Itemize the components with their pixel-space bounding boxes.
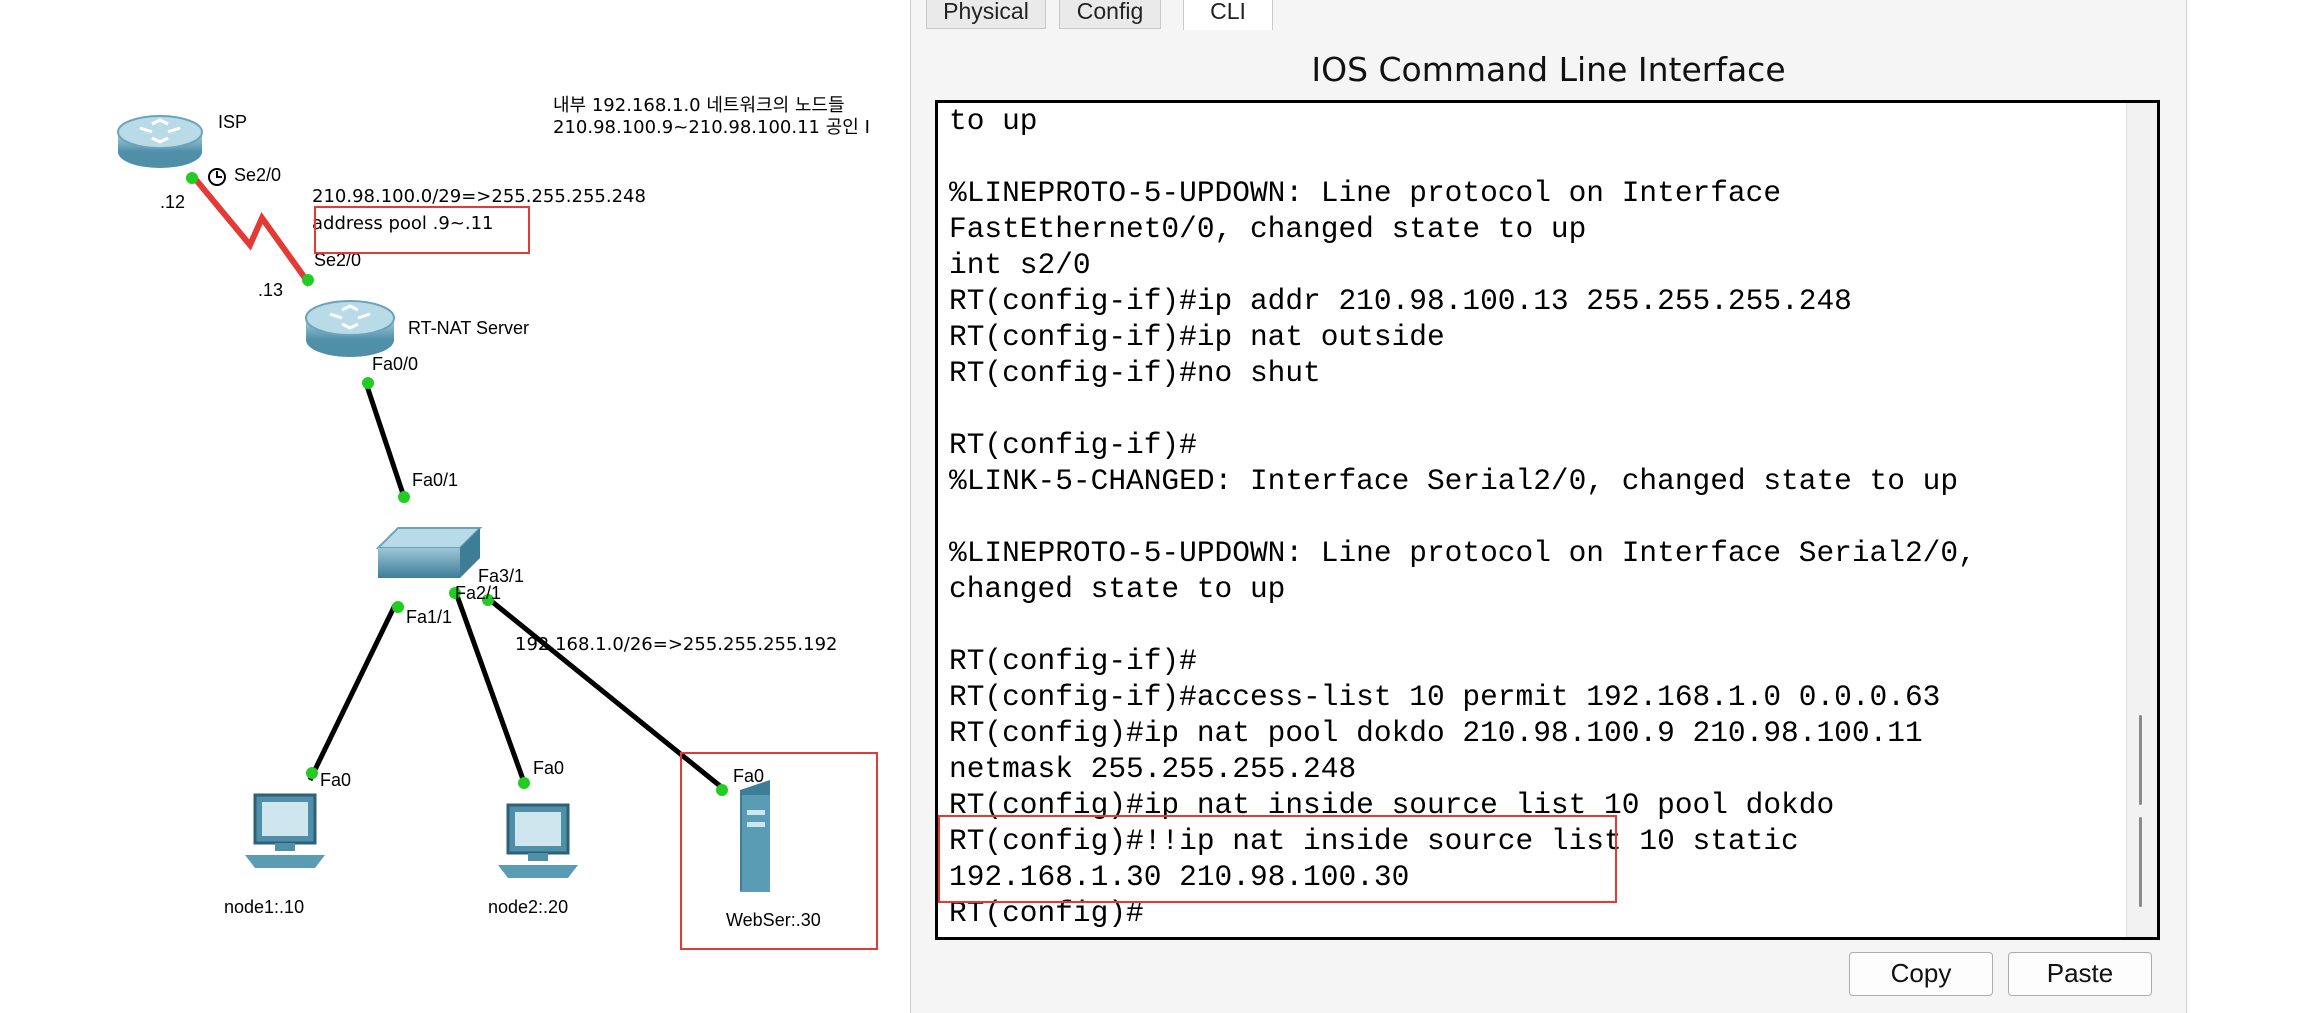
paste-button[interactable]: Paste <box>2008 952 2152 996</box>
terminal-line: RT(config)#ip nat pool dokdo 210.98.100.… <box>949 716 1923 750</box>
scrollbar-thumb[interactable] <box>2139 715 2142 805</box>
topology-canvas[interactable]: ISP Se2/0 .12 Se2/0 .13 RT-NAT Server Fa… <box>0 0 910 1013</box>
terminal-output[interactable]: to up %LINEPROTO-5-UPDOWN: Line protocol… <box>949 103 1976 931</box>
terminal-line: to up <box>949 104 1038 138</box>
korean-note-line2: 210.98.100.9~210.98.100.11 공인 I <box>553 117 870 138</box>
terminal-line: %LINK-5-CHANGED: Interface Serial2/0, ch… <box>949 464 1959 498</box>
sw-fa01-label: Fa0/1 <box>412 470 459 490</box>
terminal-line: FastEthernet0/0, changed state to up <box>949 212 1587 246</box>
tab-bar: Physical Config CLI <box>911 0 2186 30</box>
isp-label: ISP <box>218 112 248 132</box>
clock-icon <box>208 168 226 186</box>
isp-router-icon <box>117 115 203 168</box>
terminal-line: RT(config-if)# <box>949 428 1197 462</box>
korean-note: 내부 192.168.1.0 네트워크의 노드들 210.98.100.9~21… <box>553 95 910 139</box>
terminal-line: %LINEPROTO-5-UPDOWN: Line protocol on In… <box>949 536 1976 570</box>
terminal-line: netmask 255.255.255.248 <box>949 752 1357 786</box>
terminal-line: RT(config-if)# <box>949 644 1197 678</box>
terminal-line: RT(config-if)#ip nat outside <box>949 320 1445 354</box>
rt-fa-port-label: Fa0/0 <box>372 354 419 374</box>
rt-nat-label: RT-NAT Server <box>408 318 530 338</box>
node1-pc-icon <box>245 793 325 868</box>
rt-ip-label: .13 <box>258 280 284 300</box>
cli-terminal[interactable]: to up %LINEPROTO-5-UPDOWN: Line protocol… <box>935 100 2160 940</box>
serial-link <box>189 173 313 287</box>
terminal-line: changed state to up <box>949 572 1286 606</box>
tab-physical[interactable]: Physical <box>926 0 1046 29</box>
terminal-line: int s2/0 <box>949 248 1091 282</box>
link-rt-switch <box>362 379 408 501</box>
terminal-line: RT(config-if)#access-list 10 permit 192.… <box>949 680 1941 714</box>
rt-nat-router-icon <box>305 300 395 357</box>
tab-cli[interactable]: CLI <box>1183 0 1273 30</box>
webser-highlight <box>680 752 878 950</box>
lan-subnet-note: 192.168.1.0/26=>255.255.255.192 <box>515 634 838 655</box>
terminal-scrollbar[interactable] <box>2126 103 2157 937</box>
device-config-window: Physical Config CLI IOS Command Line Int… <box>910 0 2187 1013</box>
sw-fa11-label: Fa1/1 <box>406 607 453 627</box>
korean-note-line1: 내부 192.168.1.0 네트워크의 노드들 <box>553 95 845 116</box>
isp-se-port-label: Se2/0 <box>234 165 282 185</box>
scrollbar-track-mark <box>2139 817 2142 907</box>
address-pool-highlight <box>314 206 530 254</box>
isp-ip-label: .12 <box>160 192 186 212</box>
copy-button[interactable]: Copy <box>1849 952 1993 996</box>
terminal-line: RT(config-if)#ip addr 210.98.100.13 255.… <box>949 284 1852 318</box>
tab-config[interactable]: Config <box>1059 0 1161 29</box>
cli-title: IOS Command Line Interface <box>1311 50 1786 89</box>
node1-label: node1:.10 <box>224 897 305 917</box>
terminal-line: %LINEPROTO-5-UPDOWN: Line protocol on In… <box>949 176 1782 210</box>
link-switch-node1 <box>307 603 398 782</box>
terminal-line: RT(config-if)#no shut <box>949 356 1321 390</box>
node1-fa-label: Fa0 <box>320 770 352 790</box>
node2-fa-label: Fa0 <box>533 758 565 778</box>
sw-fa21-label: Fa2/1 <box>455 583 502 603</box>
static-nat-highlight <box>938 815 1617 903</box>
node2-pc-icon <box>498 803 578 878</box>
wan-subnet-note: 210.98.100.0/29=>255.255.255.248 <box>312 186 646 207</box>
switch-icon <box>375 527 483 578</box>
node2-label: node2:.20 <box>488 897 569 917</box>
